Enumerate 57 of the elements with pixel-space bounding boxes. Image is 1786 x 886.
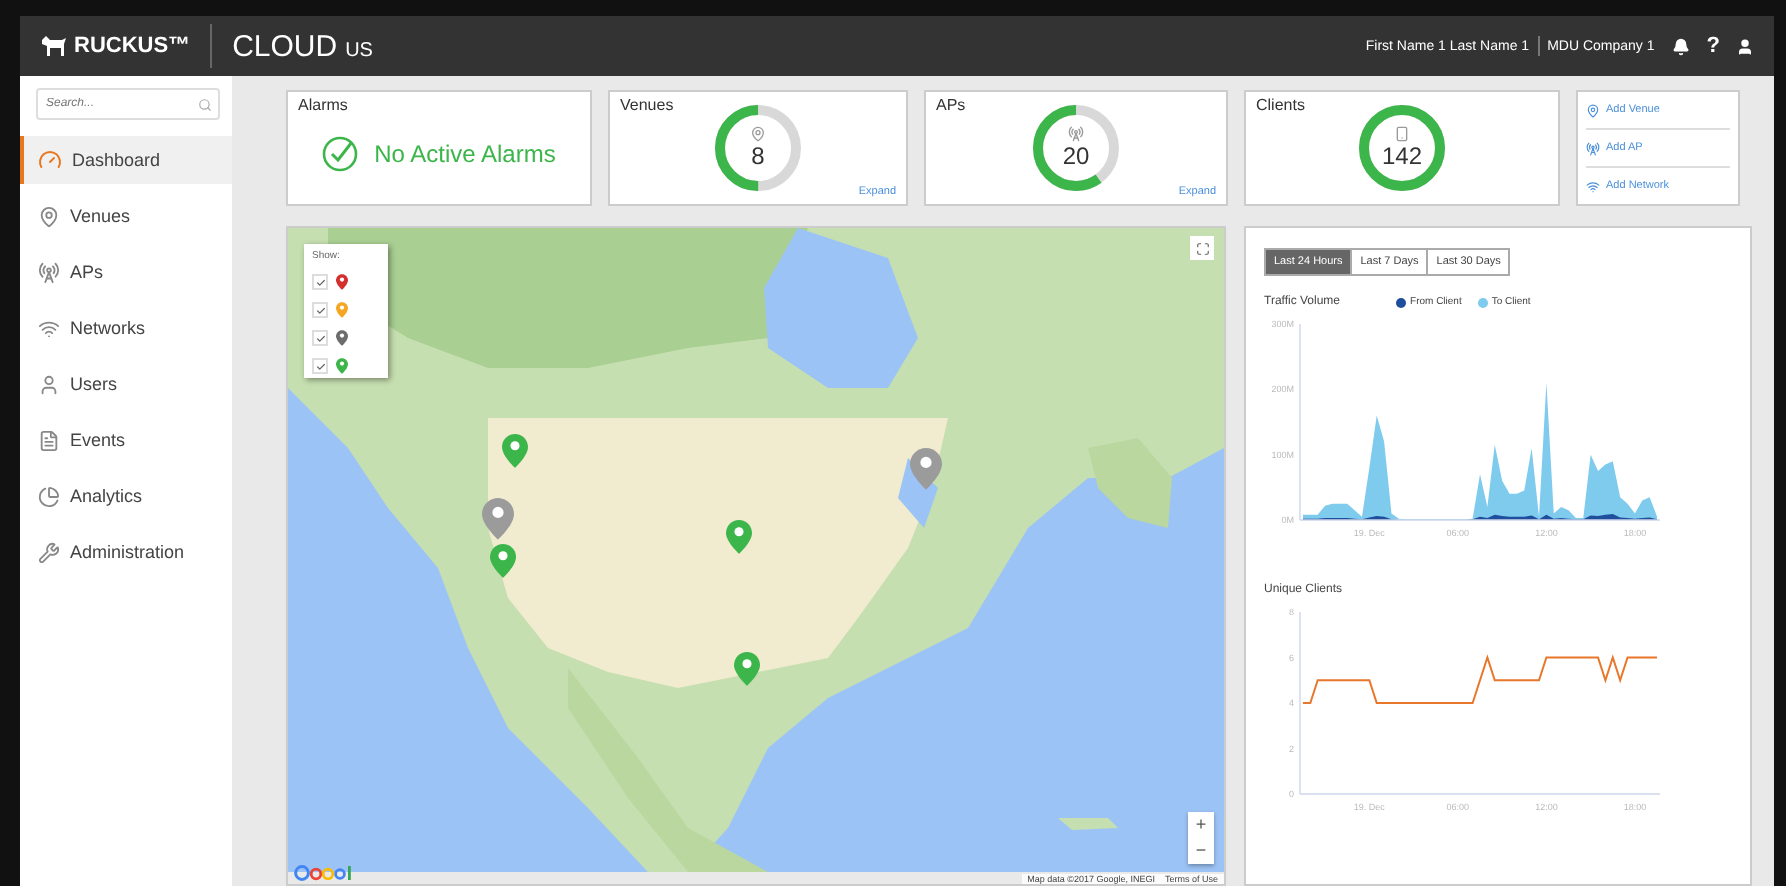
sidebar-item[interactable]: Venues <box>20 192 232 240</box>
user-icon[interactable] <box>1736 37 1754 55</box>
zoom-out-button[interactable]: − <box>1188 838 1214 864</box>
map-pin-icon[interactable] <box>726 520 752 554</box>
checkbox[interactable] <box>312 274 328 290</box>
search-icon <box>198 97 212 111</box>
donut-ring <box>712 102 804 194</box>
sidebar-item[interactable]: APs <box>20 248 232 296</box>
map-pin-icon[interactable] <box>490 544 516 578</box>
sidebar-item[interactable]: Analytics <box>20 472 232 520</box>
count-value: 20 <box>1062 142 1090 170</box>
google-logo-icon <box>294 864 354 882</box>
map-pin-icon[interactable] <box>502 434 528 468</box>
wifi-icon <box>1586 179 1600 193</box>
map-pin-icon[interactable] <box>482 498 514 540</box>
sidebar-item[interactable]: Dashboard <box>20 136 232 184</box>
checkbox[interactable] <box>312 358 328 374</box>
user-icon <box>38 373 60 395</box>
gauge-icon <box>38 148 62 172</box>
sidebar-item[interactable]: Administration <box>20 528 232 576</box>
map-pin-icon[interactable] <box>910 448 942 490</box>
document-icon <box>38 429 60 451</box>
radio-tower-icon <box>38 261 60 283</box>
radio-tower-icon <box>1068 126 1084 142</box>
card-title: Venues <box>620 96 674 114</box>
product-name: CLOUD <box>232 29 338 63</box>
help-link[interactable]: ? <box>1706 34 1720 58</box>
card-title: Clients <box>1256 96 1305 114</box>
map-pin-icon <box>1586 103 1600 117</box>
donut-ring <box>1030 102 1122 194</box>
dog-logo-icon <box>40 34 68 58</box>
checkbox[interactable] <box>312 302 328 318</box>
phone-icon <box>1394 126 1410 142</box>
pie-chart-icon <box>38 485 60 507</box>
radio-tower-icon <box>1586 141 1600 155</box>
check-circle-icon <box>322 136 359 172</box>
card-title: Alarms <box>298 96 348 114</box>
map-pin-icon <box>38 205 60 227</box>
card-title: APs <box>936 96 966 114</box>
bell-icon[interactable] <box>1672 37 1691 55</box>
fullscreen-button[interactable] <box>1190 236 1214 260</box>
map-pin-icon[interactable] <box>734 652 760 686</box>
sidebar-item[interactable]: Networks <box>20 304 232 352</box>
sidebar-item[interactable]: Events <box>20 416 232 464</box>
brand-name: RUCKUS™ <box>74 34 191 58</box>
wrench-icon <box>38 541 60 563</box>
fullscreen-icon <box>1195 241 1209 255</box>
zoom-in-button[interactable]: + <box>1188 812 1214 838</box>
map-pin-icon <box>750 126 766 142</box>
count-value: 8 <box>751 142 765 170</box>
region-label: US <box>345 39 373 61</box>
sidebar-item[interactable]: Users <box>20 360 232 408</box>
checkbox[interactable] <box>312 330 328 346</box>
alarm-status: No Active Alarms <box>374 140 556 168</box>
wifi-icon <box>38 317 60 339</box>
donut-ring <box>1356 102 1448 194</box>
count-value: 142 <box>1381 142 1423 170</box>
